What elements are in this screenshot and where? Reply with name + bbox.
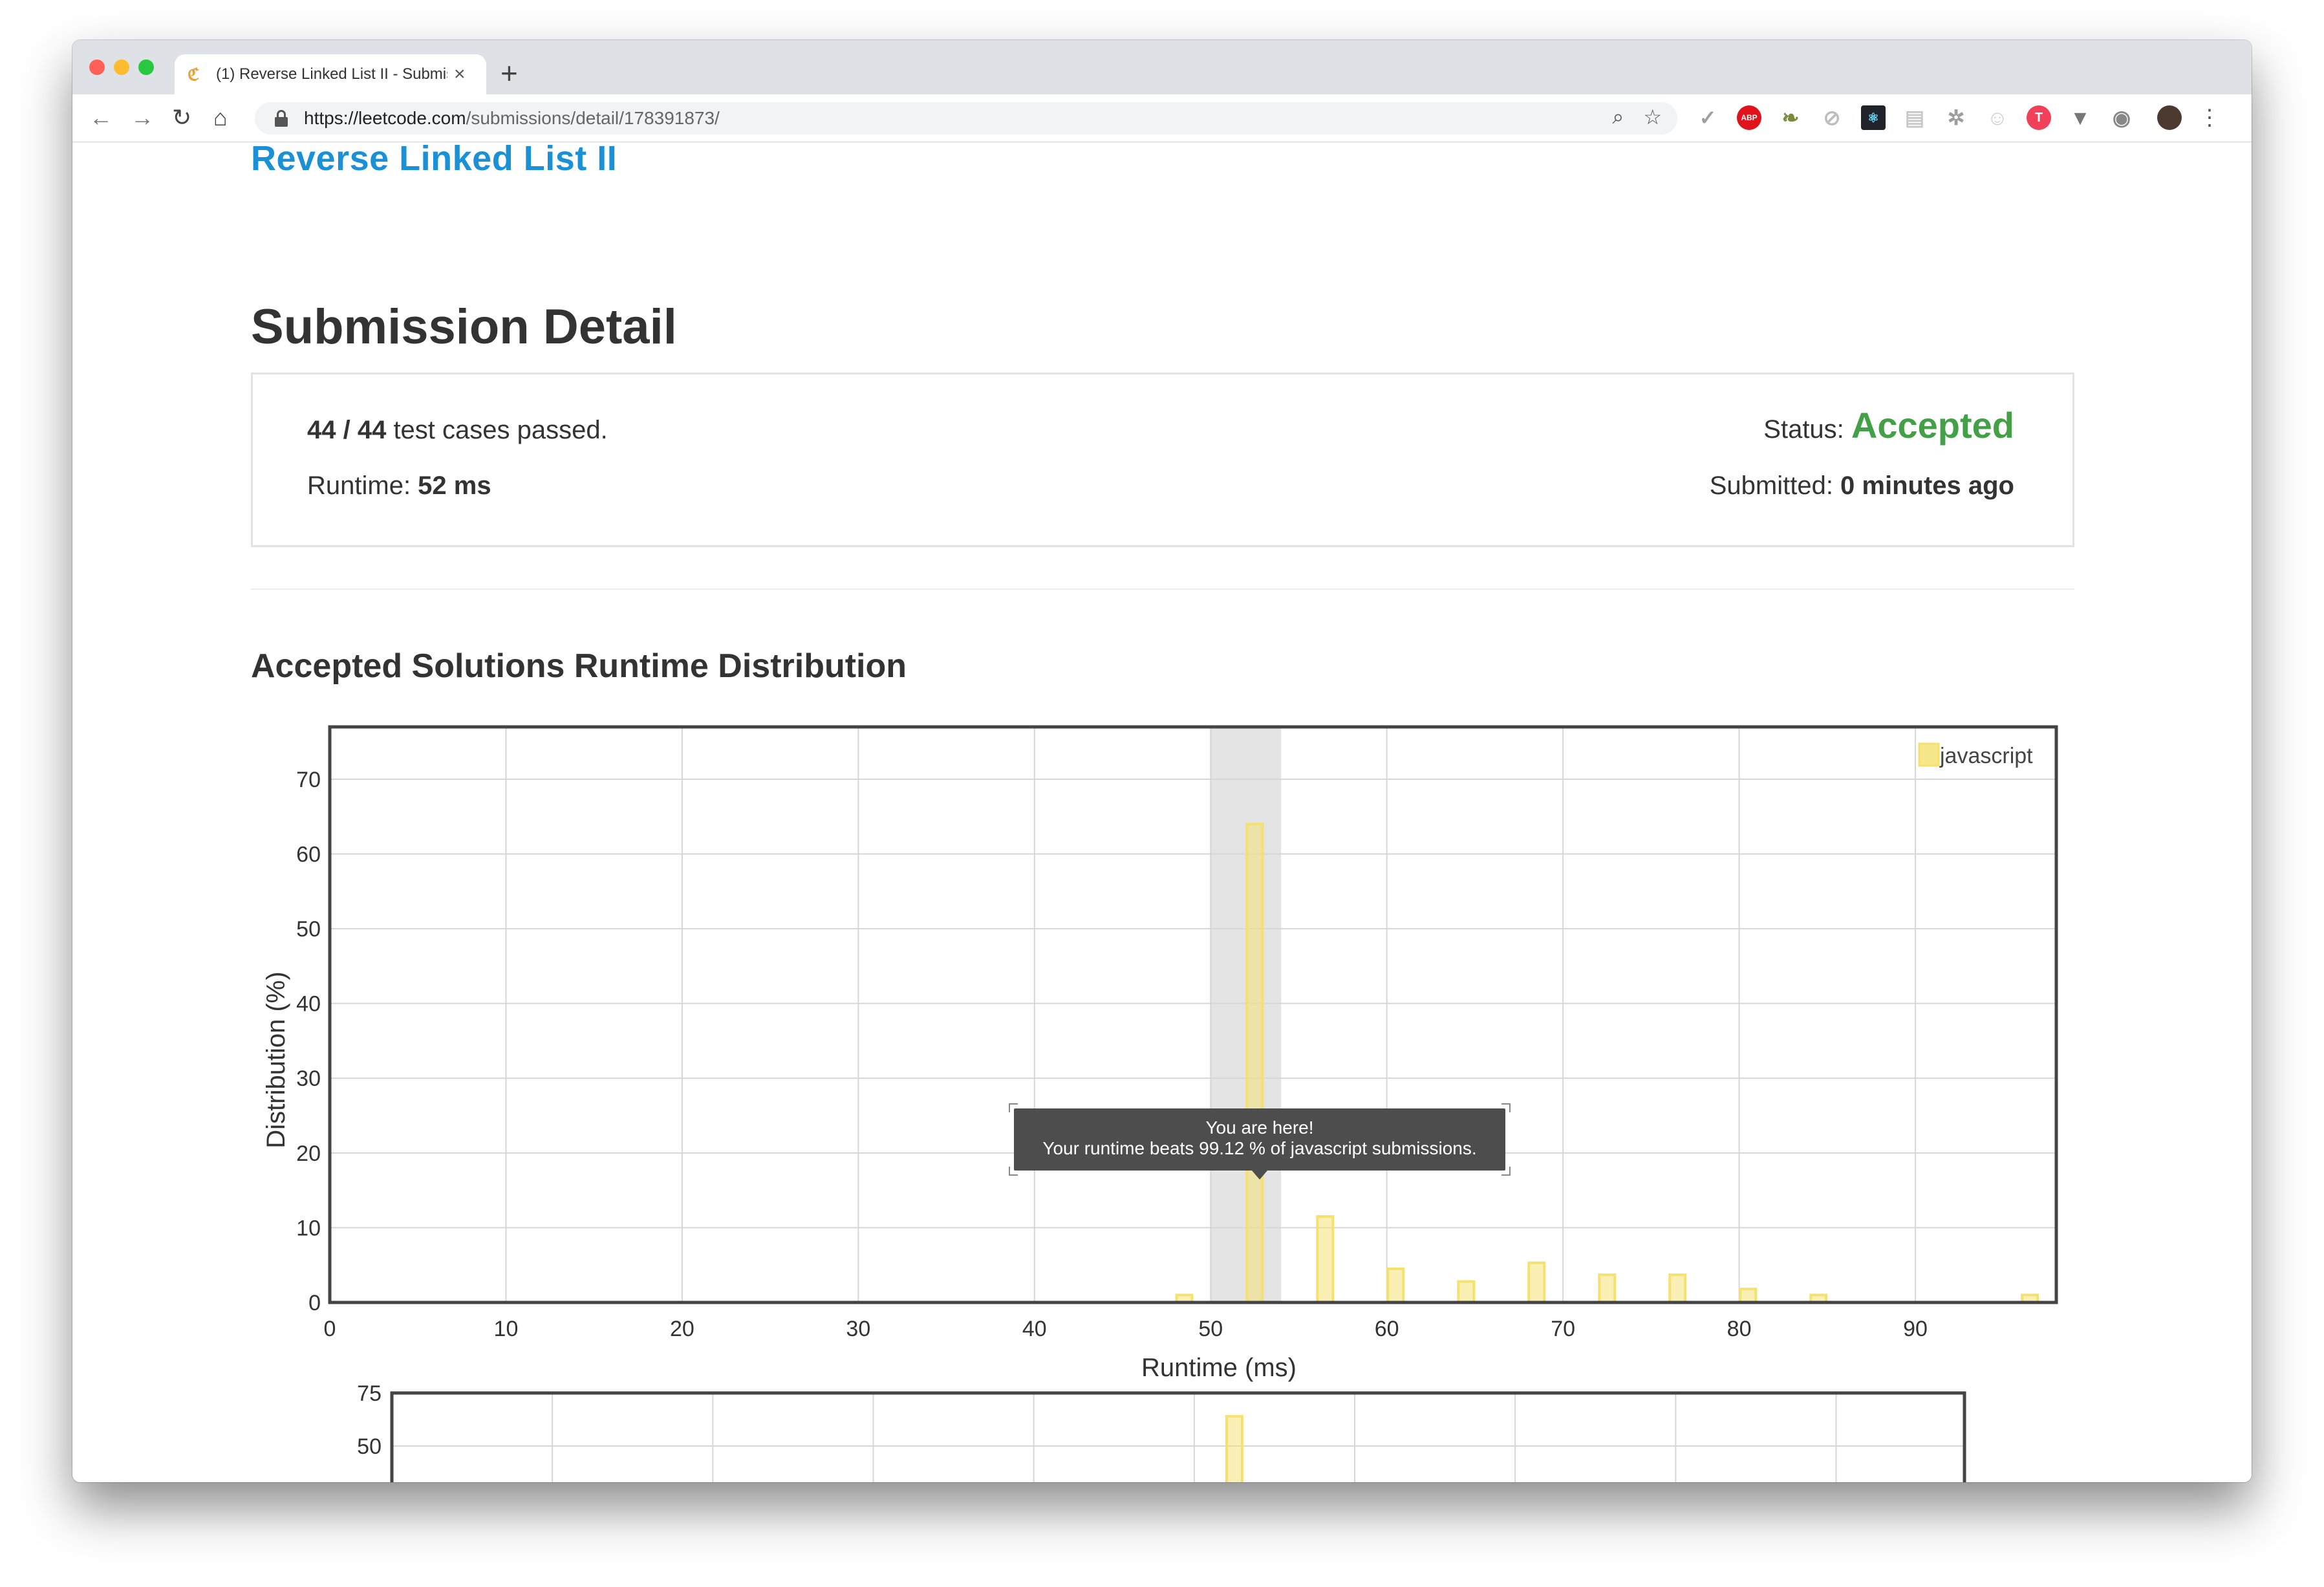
tooltip-corner [1501, 1103, 1511, 1112]
browser-toolbar: ← → ↻ ⌂ https://leetcode.com/submissions… [72, 94, 2252, 142]
chart-bar [1457, 1280, 1476, 1304]
y-axis-label: Distribution (%) [262, 971, 290, 1148]
disabled-extension-icon[interactable]: ⊘ [1820, 105, 1844, 130]
y-tick-label: 40 [296, 992, 321, 1017]
profile-avatar[interactable] [2157, 105, 2182, 130]
minimize-window-button[interactable] [114, 59, 129, 75]
x-tick-label: 20 [670, 1317, 694, 1341]
y-tick-label: 30 [296, 1066, 321, 1091]
chart-bar [1386, 1267, 1405, 1304]
x-tick-label: 10 [494, 1317, 519, 1341]
zoom-icon[interactable]: ⌕ [1612, 105, 1624, 129]
tooltip-corner [1009, 1167, 1018, 1176]
plot-area [330, 727, 2056, 1302]
overview-plot-area [392, 1393, 1964, 1482]
tooltip-corner [1501, 1167, 1511, 1176]
vue-devtools-icon[interactable]: ▼ [2068, 105, 2093, 130]
legend-swatch [1918, 742, 1940, 767]
legend-label: javascript [1939, 744, 2033, 768]
chart-bar [1245, 823, 1264, 1304]
tab-close-icon[interactable]: × [454, 63, 466, 85]
x-axis-label: Runtime (ms) [1141, 1354, 1296, 1382]
y-tick-label: 20 [296, 1141, 321, 1166]
page-extension-icon[interactable]: ▤ [1902, 105, 1927, 130]
y-tick-label: 60 [296, 842, 321, 867]
lock-icon [274, 110, 288, 127]
gear-extension-icon[interactable]: ✲ [1944, 105, 1968, 130]
t-extension-icon[interactable]: T [2027, 105, 2051, 130]
face-extension-icon[interactable]: ☺ [1985, 105, 2010, 130]
chart-bar [1316, 1215, 1335, 1304]
x-tick-label: 40 [1022, 1317, 1047, 1341]
maximize-window-button[interactable] [138, 59, 154, 75]
overview-chart-bar [1225, 1415, 1243, 1482]
forward-button[interactable]: → [131, 103, 154, 132]
new-tab-button[interactable]: + [500, 56, 518, 91]
extensions-row: ✓ ABP ❧ ⊘ ⚛ ▤ ✲ ☺ T ▼ ◉ ⋮ [1695, 105, 2221, 131]
close-window-button[interactable] [89, 59, 105, 75]
chart-bar [1598, 1273, 1617, 1304]
page-content: Reverse Linked List II Submission Detail… [72, 142, 2252, 1482]
tooltip-line-2: Your runtime beats 99.12 % of javascript… [1042, 1138, 1477, 1158]
y-tick-label: 70 [296, 768, 321, 792]
overview-y-tick-label: 75 [357, 1381, 382, 1406]
camera-extension-icon[interactable]: ◉ [2109, 105, 2134, 130]
react-devtools-icon[interactable]: ⚛ [1861, 105, 1886, 130]
tab-active[interactable]: ℭ (1) Reverse Linked List II - Submissio… [175, 54, 486, 94]
x-tick-label: 70 [1551, 1317, 1575, 1341]
tooltip-corner [1009, 1103, 1018, 1112]
runtime-distribution-chart: 0 10 20 30 40 50 60 70 80 90 0 10 20 30 40 50 60 70 Runtim… [262, 725, 2058, 1482]
y-tick-label: 0 [308, 1291, 321, 1315]
tab-title: (1) Reverse Linked List II - Submissions [216, 65, 447, 83]
checkmark-extension-icon[interactable]: ✓ [1695, 105, 1720, 130]
overview-y-tick-label: 50 [357, 1434, 382, 1459]
tooltip-line-1: You are here! [1205, 1117, 1314, 1138]
tab-strip: ℭ (1) Reverse Linked List II - Submissio… [72, 40, 2252, 94]
bookmark-star-icon[interactable]: ☆ [1643, 105, 1662, 129]
runtime-tooltip: You are here! Your runtime beats 99.12 %… [1014, 1108, 1505, 1180]
browser-window: ℭ (1) Reverse Linked List II - Submissio… [72, 40, 2252, 1482]
chart-bar [1668, 1273, 1687, 1304]
y-tick-label: 50 [296, 917, 321, 942]
back-button[interactable]: ← [89, 103, 113, 132]
browser-menu-icon[interactable]: ⋮ [2199, 105, 2221, 131]
adblock-plus-icon[interactable]: ABP [1737, 105, 1761, 130]
x-tick-label: 50 [1198, 1317, 1223, 1341]
url-text: https://leetcode.com/submissions/detail/… [304, 108, 720, 128]
reload-button[interactable]: ↻ [172, 103, 191, 132]
chart-bar [1739, 1288, 1758, 1304]
x-tick-label: 0 [324, 1317, 336, 1341]
leetcode-favicon-icon: ℭ [188, 65, 200, 84]
chart-bar [1527, 1261, 1546, 1304]
x-tick-label: 30 [846, 1317, 870, 1341]
address-bar[interactable]: https://leetcode.com/submissions/detail/… [255, 102, 1677, 135]
x-tick-label: 60 [1375, 1317, 1399, 1341]
home-button[interactable]: ⌂ [213, 103, 228, 132]
leaf-extension-icon[interactable]: ❧ [1778, 105, 1803, 130]
x-tick-label: 80 [1727, 1317, 1752, 1341]
y-tick-label: 10 [296, 1216, 321, 1240]
x-tick-label: 90 [1903, 1317, 1928, 1341]
